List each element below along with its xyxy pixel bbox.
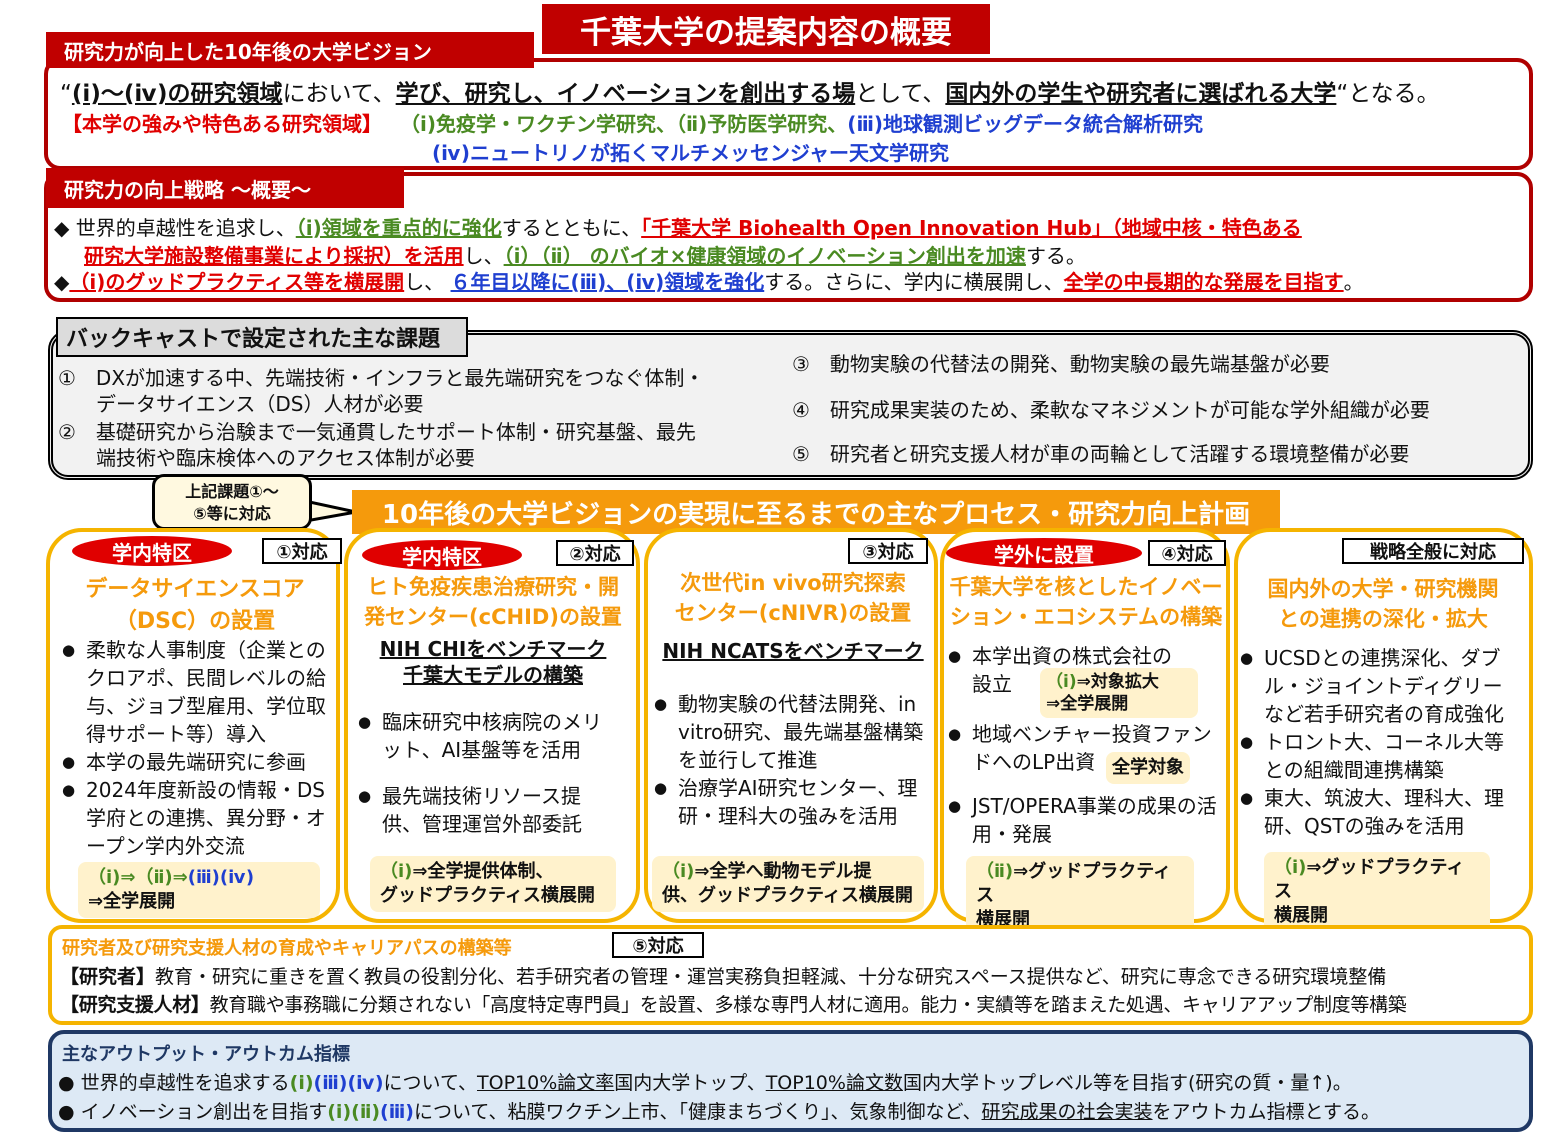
zone-badge: 学内特区: [362, 540, 522, 570]
zone-badge: 学外に設置: [946, 538, 1142, 568]
vision-line: “(ⅰ)～(ⅳ)の研究領域において、学び、研究し、イノベーションを創出する場とし…: [60, 81, 1440, 107]
list-item: UCSDとの連携深化、ダブル・ジョイントディグリーなど若手研究者の育成強化: [1240, 644, 1516, 728]
list-item: 最先端技術リソース提供、管理運営外部委託: [358, 782, 620, 838]
expansion-note: （ⅰ)⇒（ⅱ)⇒(ⅲ)(ⅳ) ⇒全学展開: [78, 862, 320, 918]
issue-4: ④ 研究成果実装のため、柔軟なマネジメントが可能な学外組織が必要: [792, 398, 1430, 422]
issue-1a: ① DXが加速する中、先端技術・インフラと最先端研究をつなぐ体制・: [58, 366, 705, 390]
plan-title: ヒト免疫疾患治療研究・開 発センター(cCHID)の設置: [364, 575, 622, 629]
issue-1b: データサイエンス（DS）人材が必要: [96, 392, 424, 416]
strategy-line-3: ◆（ⅰ)のグッドプラクティス等を横展開し、 ６年目以降に(ⅲ)、(ⅳ)領域を強化…: [54, 270, 1364, 294]
hr-line-2: 【研究支援人材】教育職や事務職に分類されない「高度特定専門員」を設置、多様な専門…: [60, 994, 1407, 1016]
kpi-title: 主なアウトプット・アウトカム指標: [62, 1044, 350, 1065]
list-item: ● JST/OPERA事業の成果の活用・発展: [948, 794, 1217, 846]
kpi-line-2: ● イノベーション創出を目指す(ⅰ)(ⅱ)(ⅲ)について、粘膜ワクチン上市、「健…: [58, 1101, 1380, 1123]
issue-2a: ② 基礎研究から治験まで一気通貫したサポート体制・研究基盤、最先: [58, 420, 696, 444]
target-tag: 全学対象: [1106, 752, 1190, 784]
strength-line: 【本学の強みや特色ある研究領域】 （ⅰ)免疫学・ワクチン学研究、（ⅱ)予防医学研究…: [62, 112, 1204, 136]
list-item: 臨床研究中核病院のメリット、AI基盤等を活用: [358, 708, 620, 764]
strategy-line-1: ◆ 世界的卓越性を追求し、（ⅰ)領域を重点的に強化するとともに、「千葉大学 Bi…: [54, 216, 1302, 240]
correspondence-label: ②対応: [556, 540, 634, 566]
expansion-note: （ⅱ)⇒グッドプラクティス 横展開: [966, 856, 1194, 936]
plan-bullets: 臨床研究中核病院のメリット、AI基盤等を活用 最先端技術リソース提供、管理運営外…: [358, 708, 620, 838]
issue-2b: 端技術や臨床検体へのアクセス体制が必要: [96, 446, 475, 470]
issues-tag: バックキャストで設定された主な課題: [56, 317, 468, 357]
expansion-note: （ⅰ)⇒全学提供体制、 グッドプラクティス横展開: [370, 856, 616, 912]
plan-bullets: 柔軟な人事制度（企業とのクロアポ、民間レベルの給与、ジョブ型雇用、学位取得サポー…: [62, 636, 342, 860]
correspondence-label: ①対応: [262, 538, 342, 564]
kpi-line-1: ● 世界的卓越性を追求する(ⅰ)(ⅲ)(ⅳ)について、TOP10%論文率国内大学…: [58, 1072, 1352, 1094]
correspondence-label: ④対応: [1148, 540, 1226, 566]
plan-title: 国内外の大学・研究機関 との連携の深化・拡大: [1267, 577, 1499, 631]
benchmark-label: NIH CHIをベンチマーク 千葉大モデルの構築: [379, 637, 607, 687]
list-item: 動物実験の代替法開発、in vitro研究、最先端基盤構築を並行して推進: [654, 690, 924, 774]
list-item: 東大、筑波大、理科大、理研、QSTの強みを活用: [1240, 784, 1516, 840]
correspondence-label: 戦略全般に対応: [1342, 538, 1524, 564]
list-item: 本学の最先端研究に参画: [62, 748, 342, 776]
callout-box: 上記課題①～ ⑤等に対応: [152, 474, 312, 530]
correspondence-label: ③対応: [848, 538, 928, 564]
expansion-note: （ⅰ)⇒グッドプラクティス 横展開: [1264, 852, 1490, 932]
list-item: トロント大、コーネル大等との組織間連携構築: [1240, 728, 1516, 784]
issue-3: ③ 動物実験の代替法の開発、動物実験の最先端基盤が必要: [792, 352, 1330, 376]
strategy-tag: 研究力の向上戦略 ～概要～: [46, 168, 404, 208]
vision-tag: 研究力が向上した10年後の大学ビジョン: [46, 32, 534, 68]
plan-title: 次世代in vivo研究探索 センター(cNIVR)の設置: [674, 571, 912, 625]
hr-title: 研究者及び研究支援人材の育成やキャリアパスの構築等: [62, 938, 512, 959]
hr-line-1: 【研究者】教育・研究に重きを置く教員の役割分化、若手研究者の管理・運営実務負担軽…: [60, 966, 1387, 988]
issue-5: ⑤ 研究者と研究支援人材が車の両輪として活躍する環境整備が必要: [792, 442, 1410, 466]
target-tag: （ⅰ)⇒対象拡大 ⇒全学展開: [1040, 668, 1198, 718]
plan-bullets: UCSDとの連携深化、ダブル・ジョイントディグリーなど若手研究者の育成強化 トロ…: [1240, 644, 1516, 840]
strategy-line-2: 研究大学施設整備事業により採択）を活用し、（ⅰ）（ⅱ） のバイオ×健康領域のイノ…: [84, 244, 1086, 268]
strength-line-2: (ⅳ)ニュートリノが拓くマルチメッセンジャー天文学研究: [432, 141, 949, 165]
plan-title: データサイエンスコア （DSC）の設置: [85, 577, 305, 634]
list-item: 治療学AI研究センター、理研・理科大の強みを活用: [654, 774, 924, 830]
benchmark-label: NIH NCATSをベンチマーク: [662, 639, 924, 663]
plan-bullets: 動物実験の代替法開発、in vitro研究、最先端基盤構築を並行して推進 治療学…: [654, 690, 924, 830]
list-item: 2024年度新設の情報・DS学府との連携、異分野・オープン学内外交流: [62, 776, 342, 860]
page-title: 千葉大学の提案内容の概要: [542, 4, 990, 54]
list-item: 柔軟な人事制度（企業とのクロアポ、民間レベルの給与、ジョブ型雇用、学位取得サポー…: [62, 636, 342, 748]
correspondence-label: ⑤対応: [612, 932, 704, 958]
expansion-note: （ⅰ)⇒全学へ動物モデル提 供、グッドプラクティス横展開: [652, 856, 924, 912]
zone-badge: 学内特区: [72, 536, 232, 566]
plan-title: 千葉大学を核としたイノベー ション・エコシステムの構築: [949, 575, 1223, 629]
